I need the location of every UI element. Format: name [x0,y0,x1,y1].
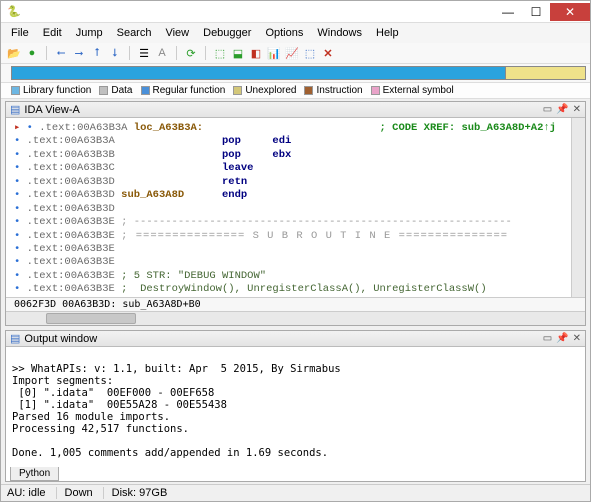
app-icon: 🐍 [7,5,21,18]
legend-swatch [141,86,150,95]
separator [129,46,130,60]
code-line[interactable]: • .text:00A63B3D sub_A63A8D endp [14,189,569,202]
panel-icon: ▤ [10,332,20,345]
output-tab-python[interactable]: Python [10,467,59,481]
status-direction: Down [56,487,93,499]
code-line[interactable]: • .text:00A63B3C leave [14,162,569,175]
panel-icon: ▤ [10,103,20,116]
code-line[interactable]: ▸ • .text:00A63B3A loc_A63B3A: ; CODE XR… [14,122,569,135]
legend-swatch [304,86,313,95]
navband-segment-data[interactable] [506,66,586,80]
scroll-thumb[interactable] [46,313,136,324]
delete-icon[interactable]: ✕ [321,46,335,60]
ida-view-status: 0062F3D 00A63B3D: sub_A63A8D+B0 [6,297,585,311]
panel-close-icon[interactable]: ✕ [573,104,581,115]
menu-file[interactable]: File [5,25,35,41]
legend-swatch [99,86,108,95]
legend-label: Regular function [153,85,226,96]
chart1-icon[interactable]: 📊 [267,46,281,60]
legend-label: Library function [23,85,91,96]
refresh-icon[interactable]: ⟳ [184,46,198,60]
panel-popout-icon[interactable]: ▭ [543,104,552,115]
output-title: Output window [24,333,97,345]
toolbar: 📂 ● ⭠ ⭢ ⭡ ⭣ ☰ A ⟳ ⬚ ⬓ ◧ 📊 📈 ⬚ ✕ [1,43,590,64]
legend-item: Library function [11,85,91,96]
separator [176,46,177,60]
maximize-button[interactable]: ☐ [522,3,550,21]
statusbar: AU: idle Down Disk: 97GB [1,484,590,501]
open-icon[interactable]: 📂 [7,46,21,60]
menu-options[interactable]: Options [259,25,309,41]
legend-item: External symbol [371,85,454,96]
horizontal-scrollbar[interactable] [6,311,585,325]
chart2-icon[interactable]: 📈 [285,46,299,60]
down-icon[interactable]: ⭣ [108,46,122,60]
code-line[interactable]: • .text:00A63B3E ; 5 STR: "DEBUG WINDOW" [14,270,569,283]
legend-label: External symbol [383,85,454,96]
legend-item: Regular function [141,85,226,96]
up-icon[interactable]: ⭡ [90,46,104,60]
menu-debugger[interactable]: Debugger [197,25,257,41]
legend-label: Unexplored [245,85,296,96]
graph-icon[interactable]: ◧ [249,46,263,60]
code-line[interactable]: • .text:00A63B3E [14,256,569,269]
output-panel: ▤ Output window ▭ 📌 ✕ >> WhatAPIs: v: 1.… [5,330,586,482]
code-line[interactable]: • .text:00A63B3B pop ebx [14,149,569,162]
legend-swatch [371,86,380,95]
code-line[interactable]: • .text:00A63B3A pop edi [14,135,569,148]
ida-view-panel: ▤ IDA View-A ▭ 📌 ✕ ▸ • .text:00A63B3A lo… [5,101,586,326]
code-line[interactable]: • .text:00A63B3E ; =============== S U B… [14,230,569,243]
window-titlebar: 🐍 — ☐ ✕ [1,1,590,23]
navband[interactable] [1,64,590,83]
status-au: AU: idle [7,487,46,499]
ida-view-header: ▤ IDA View-A ▭ 📌 ✕ [6,102,585,118]
status-disk: Disk: 97GB [103,487,168,499]
legend-swatch [233,86,242,95]
minimize-button[interactable]: — [494,3,522,21]
menu-edit[interactable]: Edit [37,25,68,41]
disassembly-view[interactable]: ▸ • .text:00A63B3A loc_A63B3A: ; CODE XR… [6,118,571,297]
hex-icon[interactable]: ☰ [137,46,151,60]
legend-item: Unexplored [233,85,296,96]
menu-view[interactable]: View [159,25,195,41]
code-line[interactable]: • .text:00A63B3E ; ---------------------… [14,216,569,229]
code-line[interactable]: • .text:00A63B3E [14,243,569,256]
panel-close-icon[interactable]: ✕ [573,333,581,344]
code-line[interactable]: • .text:00A63B3E ; DestroyWindow(), Unre… [14,283,569,296]
separator [46,46,47,60]
menu-windows[interactable]: Windows [311,25,368,41]
fwd-icon[interactable]: ⭢ [72,46,86,60]
navband-segment-code[interactable] [11,66,506,80]
code-line[interactable]: • .text:00A63B3D retn [14,176,569,189]
asm-icon[interactable]: A [155,46,169,60]
legend-swatch [11,86,20,95]
close-button[interactable]: ✕ [550,3,590,21]
legend: Library function Data Regular function Unex… [1,83,590,99]
menu-jump[interactable]: Jump [70,25,109,41]
menu-help[interactable]: Help [370,25,405,41]
menu-search[interactable]: Search [111,25,158,41]
menubar: FileEditJumpSearchViewDebuggerOptionsWin… [1,23,590,43]
run-icon[interactable]: ● [25,46,39,60]
xref-icon[interactable]: ⬚ [213,46,227,60]
panel-pin-icon[interactable]: 📌 [556,104,568,115]
legend-label: Data [111,85,132,96]
panel-pin-icon[interactable]: 📌 [556,333,568,344]
back-icon[interactable]: ⭠ [54,46,68,60]
panel-popout-icon[interactable]: ▭ [543,333,552,344]
flow-icon[interactable]: ⬓ [231,46,245,60]
legend-item: Data [99,85,132,96]
separator [205,46,206,60]
struct-icon[interactable]: ⬚ [303,46,317,60]
legend-label: Instruction [316,85,362,96]
vertical-scrollbar[interactable] [571,118,585,297]
legend-item: Instruction [304,85,362,96]
code-line[interactable]: • .text:00A63B3D [14,203,569,216]
output-header: ▤ Output window ▭ 📌 ✕ [6,331,585,347]
ida-view-title: IDA View-A [24,104,79,116]
output-text[interactable]: >> WhatAPIs: v: 1.1, built: Apr 5 2015, … [6,347,585,467]
